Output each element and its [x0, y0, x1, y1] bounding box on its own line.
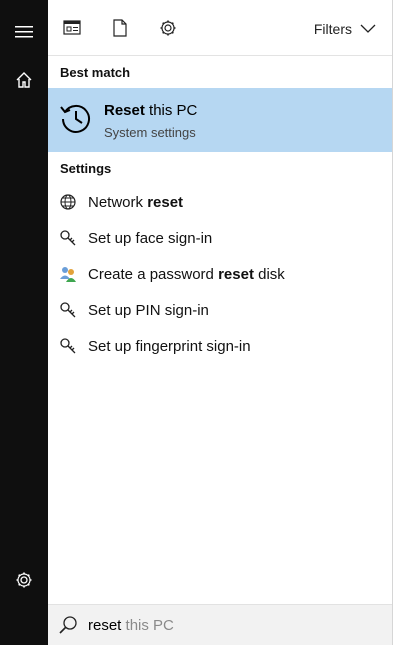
chevron-down-icon: [360, 21, 376, 37]
search-icon: [58, 615, 78, 635]
settings-item-pin-sign-in[interactable]: Set up PIN sign-in: [48, 292, 392, 328]
settings-item-network-reset[interactable]: Network reset: [48, 184, 392, 220]
network-globe-icon: [58, 192, 78, 212]
home-icon[interactable]: [0, 56, 48, 104]
settings-item-label: Set up fingerprint sign-in: [88, 337, 251, 355]
settings-item-label: Network reset: [88, 193, 184, 211]
gear-icon[interactable]: [0, 556, 48, 604]
best-match-title-bold: Reset: [104, 102, 145, 119]
history-clock-icon: [58, 101, 94, 137]
settings-item-label: Create a password reset disk: [88, 265, 285, 283]
settings-icon[interactable]: [156, 16, 180, 40]
documents-icon[interactable]: [108, 16, 132, 40]
key-icon: [58, 336, 78, 356]
hamburger-menu-icon[interactable]: [0, 8, 48, 56]
settings-item-face-sign-in[interactable]: Set up face sign-in: [48, 220, 392, 256]
filters-label: Filters: [313, 21, 352, 37]
users-icon: [58, 264, 78, 284]
settings-item-password-reset-disk[interactable]: Create a password reset disk: [48, 256, 392, 292]
left-rail: [0, 0, 48, 645]
filters-dropdown[interactable]: Filters: [314, 18, 376, 40]
settings-item-label: Set up PIN sign-in: [88, 301, 209, 319]
search-box[interactable]: reset this PC: [48, 604, 392, 645]
search-results-panel: Filters Best match Reset this PC System …: [48, 0, 393, 645]
settings-item-fingerprint-sign-in[interactable]: Set up fingerprint sign-in: [48, 328, 392, 364]
best-match-subtitle: System settings: [104, 125, 196, 140]
best-match-result[interactable]: Reset this PC System settings: [48, 88, 392, 152]
apps-icon[interactable]: [60, 16, 84, 40]
settings-item-label: Set up face sign-in: [88, 229, 213, 247]
settings-heading: Settings: [60, 161, 112, 176]
search-typed-text: reset: [88, 617, 122, 634]
key-icon: [58, 300, 78, 320]
filter-bar: Filters: [48, 0, 392, 56]
best-match-title: Reset this PC: [104, 102, 197, 119]
best-match-heading: Best match: [60, 65, 131, 80]
search-suggestion-text: this PC: [121, 617, 174, 634]
search-input[interactable]: reset this PC: [88, 617, 174, 634]
best-match-title-rest: this PC: [144, 102, 198, 119]
key-icon: [58, 228, 78, 248]
